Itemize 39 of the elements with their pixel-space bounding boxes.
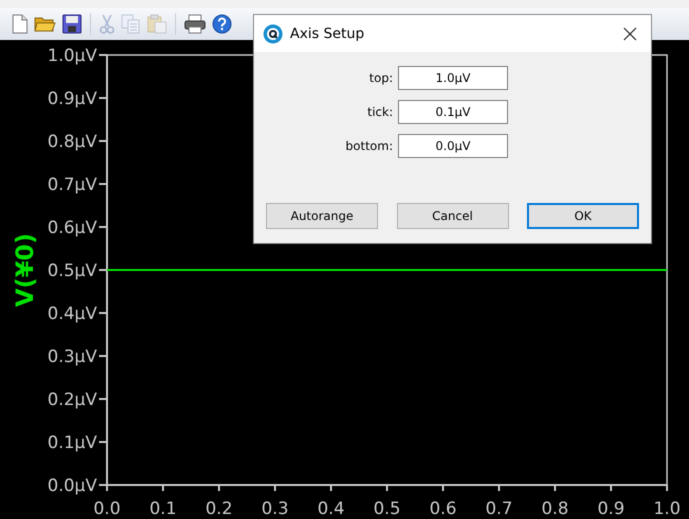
y-tick-label: 1.0µV <box>48 46 97 66</box>
y-tick-label: 0.7µV <box>48 175 97 195</box>
field-label: bottom: <box>344 139 393 153</box>
x-tick-label: 0.2 <box>205 499 233 519</box>
y-tick-label: 0.2µV <box>48 390 97 410</box>
input-field[interactable]: 1.0µV <box>398 66 508 90</box>
x-tick-label: 0.9 <box>597 499 625 519</box>
dialog-button[interactable]: OK <box>527 203 639 229</box>
app-logo-icon <box>263 24 283 44</box>
x-tick-label: 0.7 <box>485 499 513 519</box>
x-tick-label: 1.0 <box>653 499 681 519</box>
y-tick-label: 0.4µV <box>48 304 97 324</box>
field-label: tick: <box>366 105 393 119</box>
x-tick-label: 0.4 <box>317 499 345 519</box>
new-document-icon[interactable] <box>12 14 28 34</box>
help-icon[interactable] <box>212 14 232 34</box>
x-tick-label: 0.6 <box>429 499 457 519</box>
y-tick-label: 0.5µV <box>48 261 97 281</box>
input-field[interactable]: 0.1µV <box>398 100 508 124</box>
field-label: top: <box>368 71 393 85</box>
dialog-button[interactable]: Cancel <box>396 203 508 229</box>
dialog-button[interactable]: Autorange <box>266 203 378 229</box>
y-tick-label: 0.3µV <box>48 347 97 367</box>
close-icon[interactable] <box>623 26 637 40</box>
y-tick-label: 0.6µV <box>48 218 97 238</box>
x-tick-label: 0.5 <box>373 499 401 519</box>
dialog-title: Axis Setup <box>290 26 366 42</box>
x-tick-label: 0.8 <box>541 499 569 519</box>
y-axis-label: V(¥0) <box>11 233 39 307</box>
x-tick-label: 0.1 <box>149 499 177 519</box>
y-tick-label: 0.8µV <box>48 132 97 152</box>
folder-icon[interactable] <box>34 15 56 33</box>
x-tick-label: 0.0 <box>93 499 121 519</box>
y-tick-label: 0.1µV <box>48 433 97 453</box>
y-tick-label: 0.0µV <box>48 476 97 496</box>
input-field[interactable]: 0.0µV <box>398 134 508 158</box>
y-tick-label: 0.9µV <box>48 89 97 109</box>
x-tick-label: 0.3 <box>261 499 289 519</box>
printer-icon[interactable] <box>184 14 206 34</box>
